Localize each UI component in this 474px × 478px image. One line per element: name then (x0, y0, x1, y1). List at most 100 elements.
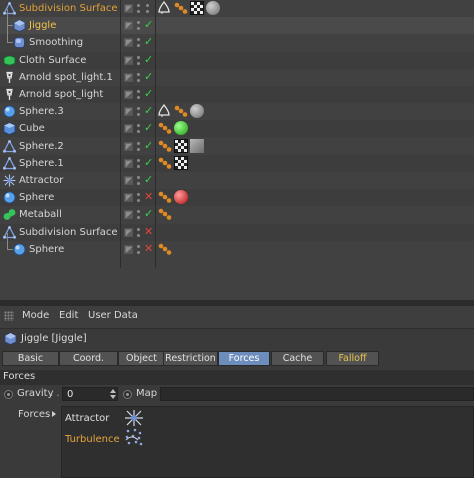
object-row[interactable]: Sphere.2 ✓ (0, 138, 474, 155)
object-name-cell[interactable]: Subdivision Surface (0, 0, 120, 17)
object-row[interactable]: Smoothing ✓ (0, 26, 474, 51)
tab-coord[interactable]: Coord. (59, 351, 118, 366)
visibility-dots-icon[interactable] (136, 2, 141, 15)
object-label[interactable]: Arnold spot_light (19, 88, 103, 101)
orange-dots-tag-icon[interactable] (158, 156, 172, 170)
object-row[interactable]: Sphere ✕ (0, 189, 474, 207)
map-animate-radio[interactable] (123, 390, 132, 399)
tab-forces[interactable]: Forces (218, 351, 270, 366)
expand-arrow-icon[interactable] (52, 411, 56, 417)
tab-restriction[interactable]: Restriction (163, 351, 218, 366)
forces-item-attractor-label[interactable]: Attractor (65, 413, 109, 424)
enabled-check-icon[interactable]: ✓ (144, 207, 153, 221)
grip-icon[interactable] (4, 311, 14, 321)
object-row[interactable]: Sphere.1 ✓ (0, 154, 474, 172)
checker-material-tag-icon[interactable] (190, 1, 204, 15)
enabled-check-icon[interactable]: ✓ (144, 70, 153, 84)
object-label[interactable]: Arnold spot_light.1 (19, 71, 113, 84)
visibility-dots-icon[interactable] (136, 191, 141, 204)
object-row[interactable]: Cloth Surface ✓ (0, 51, 474, 69)
orange-dots-tag-icon[interactable] (174, 104, 188, 118)
phong-tag-icon[interactable] (158, 0, 170, 15)
visibility-dots-icon[interactable] (136, 105, 141, 118)
enabled-check-icon[interactable]: ✓ (144, 87, 153, 101)
object-name-cell[interactable]: Attractor (0, 172, 120, 189)
layer-box-icon[interactable] (124, 38, 133, 48)
enabled-check-icon[interactable]: ✓ (144, 53, 153, 67)
object-name-cell[interactable]: Cube (0, 120, 120, 137)
disabled-x-icon[interactable]: ✕ (144, 225, 153, 239)
visibility-dots-icon[interactable] (136, 122, 141, 135)
object-label[interactable]: Jiggle (29, 19, 56, 32)
object-row[interactable]: Subdivision Surface ✕ (0, 223, 474, 241)
object-label[interactable]: Metaball (19, 208, 62, 221)
object-name-cell[interactable]: Cloth Surface (0, 52, 120, 69)
object-label[interactable]: Attractor (19, 174, 63, 187)
layer-box-icon[interactable] (124, 193, 133, 203)
visibility-dots-icon[interactable] (136, 36, 141, 49)
object-label[interactable]: Sphere (19, 191, 54, 204)
visibility-dots-icon[interactable] (136, 157, 141, 170)
disabled-x-icon[interactable]: ✕ (144, 242, 153, 256)
layer-box-icon[interactable] (124, 90, 133, 99)
visibility-dots-icon[interactable] (136, 71, 141, 84)
object-name-cell[interactable]: Sphere (0, 189, 120, 206)
object-label[interactable]: Sphere (29, 243, 64, 256)
visibility-dots-icon[interactable] (136, 19, 141, 32)
object-row[interactable]: Cube ✓ (0, 120, 474, 138)
enabled-check-icon[interactable]: ✓ (144, 156, 153, 170)
object-row[interactable]: Subdivision Surface (0, 0, 474, 17)
object-label[interactable]: Cloth Surface (19, 54, 86, 67)
object-label[interactable]: Sphere.1 (19, 157, 64, 170)
gravity-stepper-icon[interactable] (110, 388, 116, 400)
phong-tag-icon[interactable] (158, 104, 170, 118)
attractor-icon[interactable] (124, 409, 144, 427)
object-name-cell[interactable]: Jiggle (0, 9, 120, 34)
checker-material-tag-icon[interactable] (174, 138, 188, 153)
visibility-dots-icon[interactable] (136, 54, 141, 67)
object-name-cell[interactable]: Sphere.1 (0, 155, 120, 172)
tab-basic[interactable]: Basic (2, 351, 59, 366)
object-name-cell[interactable]: Subdivision Surface (0, 224, 120, 241)
map-field[interactable] (160, 387, 474, 401)
gray-material-tag-icon[interactable] (206, 1, 220, 15)
layer-box-icon[interactable] (124, 141, 133, 151)
object-row[interactable]: Sphere ✕ (0, 232, 474, 258)
layer-box-icon[interactable] (124, 124, 133, 134)
gravity-animate-radio[interactable] (4, 390, 13, 399)
gray-texture-tag-icon[interactable] (190, 138, 204, 153)
gray-material-tag-icon[interactable] (190, 104, 204, 119)
enabled-check-icon[interactable]: ✓ (144, 173, 153, 187)
visibility-dots-icon[interactable] (136, 88, 141, 101)
layer-box-icon[interactable] (124, 227, 133, 237)
red-material-tag-icon[interactable] (174, 190, 188, 205)
object-label[interactable]: Cube (19, 122, 45, 135)
object-name-cell[interactable]: Sphere.3 (0, 103, 120, 120)
layer-box-icon[interactable] (124, 176, 133, 185)
visibility-dots-icon[interactable] (136, 208, 141, 221)
orange-dots-tag-icon[interactable] (158, 207, 172, 221)
layer-box-icon[interactable] (124, 72, 133, 82)
orange-dots-tag-icon[interactable] (158, 121, 172, 135)
green-material-tag-icon[interactable] (174, 121, 188, 136)
tab-cache[interactable]: Cache (271, 351, 324, 366)
enabled-check-icon[interactable]: ✓ (144, 104, 153, 118)
object-row[interactable]: Jiggle ✓ (0, 9, 474, 35)
visibility-dots-icon[interactable] (136, 174, 141, 187)
object-row[interactable]: Arnold spot_light ✓ (0, 86, 474, 103)
menu-user-data[interactable]: User Data (88, 310, 138, 321)
object-label[interactable]: Subdivision Surface (19, 2, 118, 15)
layer-box-icon[interactable] (124, 55, 133, 65)
visibility-dots-icon[interactable] (136, 243, 141, 256)
object-name-cell[interactable]: Sphere.2 (0, 138, 120, 155)
object-name-cell[interactable]: Arnold spot_light.1 (0, 69, 120, 86)
layer-box-icon[interactable] (124, 107, 133, 117)
visibility-dots-icon[interactable] (136, 226, 141, 239)
checker-material-tag-icon[interactable] (174, 155, 188, 170)
object-label[interactable]: Sphere.2 (19, 140, 64, 153)
object-row[interactable]: Sphere.3 ✓ (0, 103, 474, 120)
enabled-check-icon[interactable]: ✓ (144, 18, 153, 32)
tab-object[interactable]: Object (118, 351, 165, 366)
turbulence-icon[interactable] (124, 428, 144, 446)
object-name-cell[interactable]: Smoothing (0, 26, 120, 51)
